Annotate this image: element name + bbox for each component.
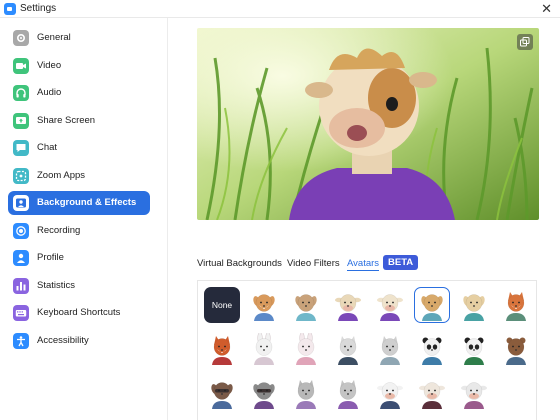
gear-icon bbox=[13, 30, 29, 46]
avatar-cat-icon bbox=[338, 380, 358, 409]
profile-icon bbox=[13, 250, 29, 266]
avatar-none-button[interactable]: None bbox=[204, 287, 240, 323]
avatar-rabbit-option[interactable] bbox=[246, 331, 282, 367]
statistics-icon bbox=[13, 277, 29, 294]
sidebar-item-general[interactable]: General bbox=[8, 26, 150, 50]
avatar-dog-option[interactable] bbox=[456, 287, 492, 323]
avatar-panda-icon bbox=[464, 337, 484, 365]
tab-avatars[interactable]: Avatars bbox=[347, 258, 380, 271]
avatar-cow-option[interactable] bbox=[330, 287, 366, 323]
keyboard-icon bbox=[13, 305, 29, 321]
record-icon bbox=[13, 222, 29, 239]
sidebar-item-video[interactable]: Video bbox=[8, 54, 150, 78]
chat-bubble-icon bbox=[13, 140, 29, 156]
avatar-rabbit-option[interactable] bbox=[288, 331, 324, 367]
avatar-cat-icon bbox=[338, 336, 358, 365]
sidebar-item-zoom-apps[interactable]: Zoom Apps bbox=[8, 164, 150, 188]
avatar-cow-icon bbox=[377, 294, 403, 321]
sidebar-item-label: Accessibility bbox=[37, 334, 89, 346]
avatar-raccoon-icon bbox=[211, 382, 233, 409]
sidebar-item-label: Recording bbox=[37, 224, 81, 236]
avatar-dog-icon bbox=[463, 294, 485, 321]
avatar-dog-icon bbox=[421, 294, 443, 321]
beta-badge: BETA bbox=[383, 255, 419, 270]
avatar-corgi-icon bbox=[253, 294, 275, 321]
avatar-preview-image bbox=[197, 28, 539, 220]
avatar-cow-option[interactable] bbox=[414, 375, 450, 411]
avatar-panda-option[interactable] bbox=[414, 331, 450, 367]
copy-icon[interactable] bbox=[517, 34, 533, 50]
avatar-dog-option[interactable] bbox=[288, 287, 324, 323]
avatar-fox-option[interactable] bbox=[204, 331, 240, 367]
avatar-panda-icon bbox=[422, 337, 442, 365]
avatar-fox-icon bbox=[212, 336, 232, 365]
avatar-fox-option[interactable] bbox=[498, 287, 534, 323]
avatar-raccoon-option[interactable] bbox=[204, 375, 240, 411]
tab-video-filters[interactable]: Video Filters bbox=[287, 258, 340, 269]
background-effects-panel: Virtual Backgrounds Video Filters Avatar… bbox=[169, 18, 560, 420]
sidebar-item-label: Zoom Apps bbox=[37, 169, 86, 181]
avatar-raccoon-option[interactable] bbox=[246, 375, 282, 411]
settings-sidebar: General Video Audio Share Screen Chat Zoom Ap… bbox=[0, 18, 168, 420]
sidebar-item-label: Background & Effects bbox=[37, 197, 137, 208]
avatar-dog-icon bbox=[295, 294, 317, 321]
avatar-cow-option[interactable] bbox=[456, 375, 492, 411]
avatar-cow-icon bbox=[461, 382, 487, 409]
sidebar-item-recording[interactable]: Recording bbox=[8, 219, 150, 243]
apps-icon bbox=[13, 167, 29, 184]
window-title: Settings bbox=[20, 3, 57, 14]
headphones-icon bbox=[13, 85, 29, 101]
avatar-cow-option[interactable] bbox=[372, 287, 408, 323]
zoom-app-icon bbox=[4, 3, 16, 15]
tab-virtual-backgrounds[interactable]: Virtual Backgrounds bbox=[197, 258, 282, 269]
avatar-cow-option[interactable] bbox=[372, 375, 408, 411]
sidebar-item-statistics[interactable]: Statistics bbox=[8, 274, 150, 298]
avatar-grid: None bbox=[197, 280, 537, 420]
sidebar-item-label: Chat bbox=[37, 142, 58, 153]
sidebar-item-audio[interactable]: Audio bbox=[8, 81, 150, 105]
avatar-cat-icon bbox=[380, 336, 400, 365]
avatar-cat-option[interactable] bbox=[330, 375, 366, 411]
sidebar-item-label: Statistics bbox=[37, 279, 76, 291]
avatar-cow-icon bbox=[335, 294, 361, 321]
avatar-cow-icon bbox=[377, 382, 403, 409]
avatar-cat-option[interactable] bbox=[330, 331, 366, 367]
title-bar: Settings ✕ bbox=[0, 0, 560, 18]
sidebar-item-keyboard-shortcuts[interactable]: Keyboard Shortcuts bbox=[8, 301, 150, 325]
sidebar-item-label: Video bbox=[37, 59, 62, 71]
avatar-rabbit-icon bbox=[254, 333, 274, 365]
avatar-cat-option[interactable] bbox=[372, 331, 408, 367]
avatar-cat-option[interactable] bbox=[288, 375, 324, 411]
sidebar-item-background-effects[interactable]: Background & Effects bbox=[8, 191, 150, 215]
close-button[interactable]: ✕ bbox=[541, 1, 552, 17]
sidebar-item-label: General bbox=[37, 32, 71, 43]
accessibility-icon bbox=[13, 332, 29, 349]
sidebar-item-label: Share Screen bbox=[37, 114, 96, 126]
avatar-panda-option[interactable] bbox=[456, 331, 492, 367]
avatar-cat-icon bbox=[296, 380, 316, 409]
sidebar-item-label: Profile bbox=[37, 252, 64, 263]
avatar-dog-option[interactable] bbox=[414, 287, 450, 323]
video-preview bbox=[197, 28, 539, 220]
share-screen-icon bbox=[13, 112, 29, 129]
background-tabs: Virtual Backgrounds Video Filters Avatar… bbox=[197, 255, 557, 273]
video-camera-icon bbox=[13, 57, 29, 74]
sidebar-item-profile[interactable]: Profile bbox=[8, 246, 150, 270]
sidebar-item-chat[interactable]: Chat bbox=[8, 136, 150, 160]
avatar-raccoon-icon bbox=[253, 382, 275, 409]
avatar-bear-icon bbox=[506, 337, 526, 365]
sidebar-item-label: Audio bbox=[37, 87, 62, 98]
sidebar-item-share-screen[interactable]: Share Screen bbox=[8, 109, 150, 133]
avatar-cow-icon bbox=[419, 382, 445, 409]
avatar-rabbit-icon bbox=[296, 333, 316, 365]
sidebar-item-label: Keyboard Shortcuts bbox=[37, 307, 121, 318]
avatar-fox-icon bbox=[506, 292, 526, 321]
sidebar-item-accessibility[interactable]: Accessibility bbox=[8, 329, 150, 353]
person-background-icon bbox=[13, 195, 29, 211]
avatar-corgi-option[interactable] bbox=[246, 287, 282, 323]
avatar-bear-option[interactable] bbox=[498, 331, 534, 367]
